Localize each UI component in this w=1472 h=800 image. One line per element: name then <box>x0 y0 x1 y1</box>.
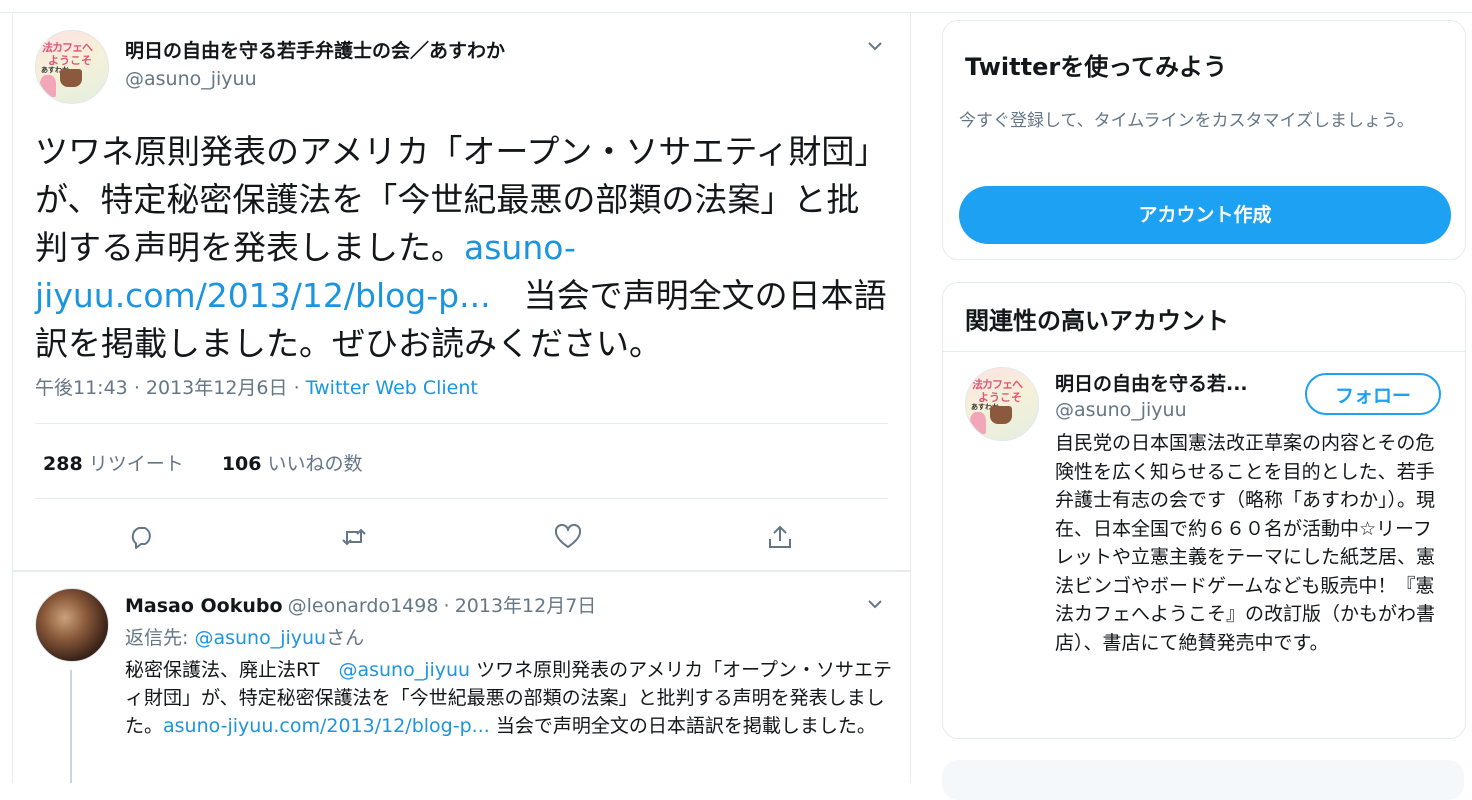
reply-text-part: 秘密保護法、廃止法RT <box>125 659 339 681</box>
reply-author-handle[interactable]: @leonardo1498 <box>288 595 439 617</box>
meta-dot: · <box>133 377 140 399</box>
chevron-down-icon[interactable] <box>865 36 885 56</box>
reply-to-handle[interactable]: @asuno_jiyuu <box>194 627 326 649</box>
related-account-handle[interactable]: @asuno_jiyuu <box>1055 399 1187 421</box>
like-stat[interactable]: 106 いいねの数 <box>222 453 363 475</box>
divider <box>35 423 888 424</box>
reply-dot: · <box>443 595 450 617</box>
next-card <box>942 760 1464 800</box>
reply-link[interactable]: asuno-jiyuu.com/2013/12/blog-p... <box>163 715 490 737</box>
reply-to-suffix: さん <box>326 627 365 649</box>
reply-author-name[interactable]: Masao Ookubo <box>125 595 283 617</box>
tweet-stats: 288 リツイート 106 いいねの数 <box>43 449 363 476</box>
share-icon[interactable] <box>765 522 795 552</box>
retweet-icon[interactable] <box>339 522 369 552</box>
signup-title: Twitterを使ってみよう <box>965 53 1227 81</box>
related-accounts-card: 関連性の高いアカウント 法カフェへ ようこそ あすわか 明日の自由を守る若...… <box>942 282 1466 739</box>
tweet-client[interactable]: Twitter Web Client <box>306 377 478 399</box>
like-label: いいねの数 <box>267 453 363 475</box>
author-avatar[interactable]: 法カフェへ ようこそ あすわか <box>35 30 109 104</box>
related-title: 関連性の高いアカウント <box>965 307 1229 335</box>
chevron-down-icon[interactable] <box>865 594 885 614</box>
reply-icon[interactable] <box>127 522 157 552</box>
author-handle[interactable]: @asuno_jiyuu <box>125 68 257 90</box>
meta-dot: · <box>293 377 300 399</box>
signup-description: 今すぐ登録して、タイムラインをカスタマイズしましょう。 <box>959 111 1414 131</box>
tweet-text: ツワネ原則発表のアメリカ「オープン・ソサエティ財団」が、特定秘密保護法を「今世紀… <box>35 128 890 368</box>
like-count: 106 <box>221 453 262 475</box>
avatar-coffee-cup <box>990 406 1012 424</box>
related-account-name[interactable]: 明日の自由を守る若... <box>1055 369 1248 396</box>
reply-header: Masao Ookubo @leonardo1498 · 2013年12月7日 <box>125 591 596 618</box>
retweet-label: リツイート <box>88 453 184 475</box>
avatar-coffee-cup <box>60 69 82 87</box>
tweet-meta: 午後11:43 · 2013年12月6日 · Twitter Web Clien… <box>35 373 478 400</box>
reply-to-prefix: 返信先: <box>125 627 189 649</box>
avatar-illustration <box>40 75 56 97</box>
tweet-separator <box>13 570 910 572</box>
tweet-date[interactable]: 2013年12月6日 <box>146 377 288 399</box>
retweet-stat[interactable]: 288 リツイート <box>43 453 184 475</box>
reply-date[interactable]: 2013年12月7日 <box>455 595 597 617</box>
retweet-count: 288 <box>43 453 83 475</box>
avatar-illustration <box>970 412 986 434</box>
tweet-time[interactable]: 午後11:43 <box>35 377 128 399</box>
like-icon[interactable] <box>553 522 583 552</box>
reply-text: 秘密保護法、廃止法RT @asuno_jiyuu ツワネ原則発表のアメリカ「オー… <box>125 656 895 740</box>
reply-to: 返信先: @asuno_jiyuuさん <box>125 623 364 650</box>
thread-line <box>70 670 72 783</box>
create-account-button[interactable]: アカウント作成 <box>959 186 1451 244</box>
related-account-bio: 自民党の日本国憲法改正草案の内容とその危険性を広く知らせることを目的とした、若手… <box>1055 432 1436 654</box>
divider <box>943 351 1465 352</box>
follow-button[interactable]: フォロー <box>1305 373 1441 415</box>
signup-card: Twitterを使ってみよう 今すぐ登録して、タイムラインをカスタマイズしましょ… <box>942 20 1466 260</box>
related-avatar[interactable]: 法カフェへ ようこそ あすわか <box>965 367 1039 441</box>
divider <box>35 498 888 499</box>
author-name[interactable]: 明日の自由を守る若手弁護士の会／あすわか <box>125 36 505 63</box>
reply-text-part: 当会で声明全文の日本語訳を掲載しました。 <box>489 715 876 737</box>
reply-mention[interactable]: @asuno_jiyuu <box>338 659 470 681</box>
tweet-text-body: ツワネ原則発表のアメリカ「オープン・ソサエティ財団」が、特定秘密保護法を「今世紀… <box>35 132 888 267</box>
reply-avatar[interactable] <box>35 588 109 662</box>
main-column: 法カフェへ ようこそ あすわか 明日の自由を守る若手弁護士の会／あすわか @as… <box>12 12 911 783</box>
